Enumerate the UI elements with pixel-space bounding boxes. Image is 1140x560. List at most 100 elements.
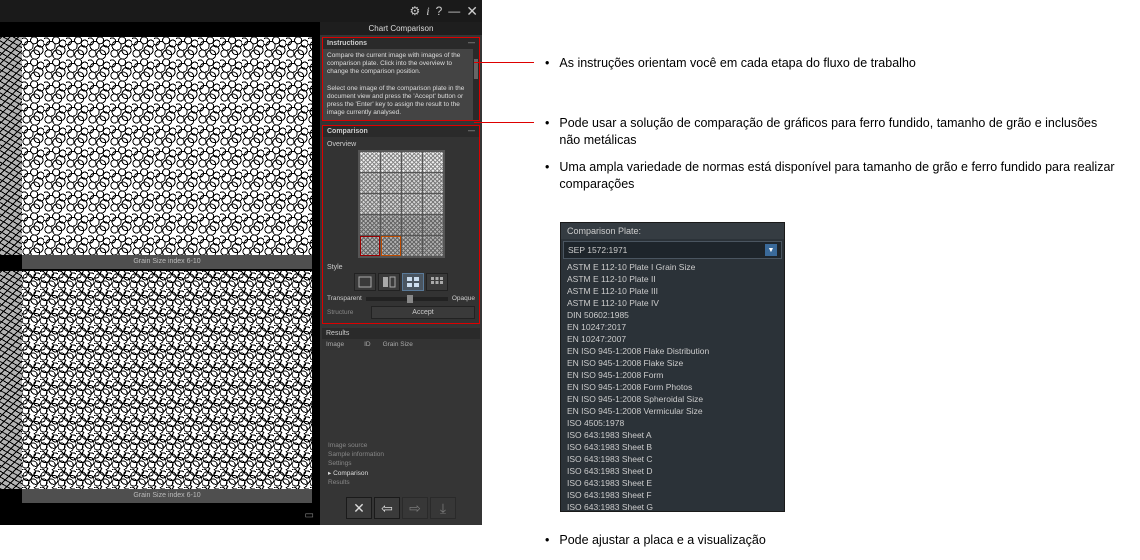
style-btn-3-active[interactable] — [402, 273, 424, 291]
plate-cell[interactable] — [402, 194, 422, 214]
style-btn-2[interactable] — [378, 273, 400, 291]
panel-title: Chart Comparison — [320, 22, 482, 35]
micrograph-1[interactable]: Grain Size index 6-10 — [22, 37, 312, 269]
instructions-header[interactable]: Instructions — [323, 38, 479, 49]
chart-comparison-app: ⚙ i ? — ✕ Grain Size index 6-10 Grain Si… — [0, 0, 482, 525]
instructions-text: Compare the current image with images of… — [323, 49, 479, 120]
accept-button[interactable]: Accept — [371, 306, 475, 319]
col-id: ID — [364, 341, 371, 348]
opacity-slider[interactable] — [366, 297, 448, 301]
scrollbar[interactable] — [473, 49, 479, 120]
image-caption-2: Grain Size index 6-10 — [22, 489, 312, 503]
annotations: Pode ajustar a placa e a visualização — [545, 532, 1105, 559]
titlebar: ⚙ i ? — ✕ — [0, 0, 482, 22]
nav-comparison-active[interactable]: Comparison — [328, 468, 474, 478]
plate-cell[interactable] — [423, 152, 443, 172]
dropdown-item[interactable]: ASTM E 112-10 Plate IV — [561, 297, 784, 309]
dropdown-item[interactable]: EN 10247:2007 — [561, 333, 784, 345]
info-icon[interactable]: i — [426, 4, 429, 19]
callout-line-2 — [474, 122, 534, 123]
callout-line-1 — [474, 62, 534, 63]
plate-cell[interactable] — [423, 236, 443, 256]
dropdown-header: Comparison Plate: — [561, 223, 784, 239]
plate-cell[interactable] — [360, 152, 380, 172]
style-label: Style — [327, 264, 475, 271]
comparison-highlight: Comparison Overview Style — [322, 125, 480, 324]
plate-cell-selected[interactable] — [360, 236, 380, 256]
plate-cell[interactable] — [423, 194, 443, 214]
image-viewer: Grain Size index 6-10 Grain Size index 6… — [0, 22, 320, 525]
comparison-plate-grid[interactable] — [358, 150, 445, 258]
dropdown-item[interactable]: ASTM E 112-10 Plate I Grain Size — [561, 261, 784, 273]
close-icon[interactable]: ✕ — [466, 3, 478, 20]
col-grain-size: Grain Size — [383, 341, 413, 348]
dropdown-item[interactable]: ISO 4505:1978 — [561, 417, 784, 429]
dropdown-item[interactable]: ISO 643:1983 Sheet B — [561, 441, 784, 453]
bullet-4: Pode ajustar a placa e a visualização — [545, 532, 1105, 549]
plate-cell[interactable] — [360, 194, 380, 214]
dropdown-item[interactable]: EN ISO 945-1:2008 Vermicular Size — [561, 405, 784, 417]
viewer-toolbar-icon[interactable]: ▭ — [305, 510, 314, 521]
minimize-icon[interactable]: — — [448, 4, 460, 18]
instructions-line-1: Compare the current image with images of… — [327, 52, 460, 75]
dropdown-item[interactable]: EN 10247:2017 — [561, 321, 784, 333]
cancel-button[interactable]: ✕ — [346, 497, 372, 519]
dropdown-item[interactable]: EN ISO 945-1:2008 Flake Size — [561, 357, 784, 369]
gear-icon[interactable]: ⚙ — [409, 4, 420, 18]
dropdown-item[interactable]: EN ISO 945-1:2008 Spheroidal Size — [561, 393, 784, 405]
plate-cell[interactable] — [360, 173, 380, 193]
finish-button[interactable]: ⤓ — [430, 497, 456, 519]
dropdown-item[interactable]: ISO 643:1983 Sheet G — [561, 501, 784, 511]
comparison-header[interactable]: Comparison — [323, 126, 479, 137]
dropdown-item[interactable]: ASTM E 112-10 Plate II — [561, 273, 784, 285]
dropdown-item[interactable]: EN ISO 945-1:2008 Form — [561, 369, 784, 381]
dropdown-item[interactable]: ASTM E 112-10 Plate III — [561, 285, 784, 297]
dropdown-item[interactable]: DIN 50602:1985 — [561, 309, 784, 321]
plate-cell[interactable] — [381, 215, 401, 235]
plate-cell[interactable] — [360, 215, 380, 235]
col-image: Image — [326, 341, 344, 348]
style-btn-4[interactable] — [426, 273, 448, 291]
structure-label: Structure — [327, 309, 367, 316]
bullet-2: Pode usar a solução de comparação de grá… — [545, 115, 1115, 149]
plate-cell[interactable] — [423, 215, 443, 235]
dropdown-item[interactable]: ISO 643:1983 Sheet E — [561, 477, 784, 489]
back-button[interactable]: ⇦ — [374, 497, 400, 519]
results-header[interactable]: Results — [322, 328, 480, 339]
style-btn-1[interactable] — [354, 273, 376, 291]
nav-results[interactable]: Results — [328, 478, 474, 487]
plate-cell[interactable] — [402, 173, 422, 193]
chevron-down-icon[interactable]: ▼ — [765, 244, 777, 256]
adjacent-image-sliver — [0, 271, 22, 489]
plate-cell[interactable] — [381, 194, 401, 214]
plate-cell[interactable] — [402, 215, 422, 235]
opaque-label: Opaque — [452, 295, 475, 302]
plate-cell[interactable] — [402, 152, 422, 172]
forward-button[interactable]: ⇨ — [402, 497, 428, 519]
plate-cell[interactable] — [381, 173, 401, 193]
adjacent-image-sliver — [0, 37, 22, 255]
dropdown-item[interactable]: ISO 643:1983 Sheet C — [561, 453, 784, 465]
grain-texture — [22, 37, 312, 255]
dropdown-item[interactable]: ISO 643:1983 Sheet D — [561, 465, 784, 477]
nav-image-source[interactable]: Image source — [328, 441, 474, 450]
annotations: Pode usar a solução de comparação de grá… — [545, 115, 1115, 203]
plate-cell[interactable] — [423, 173, 443, 193]
dropdown-selected[interactable]: SEP 1572:1971 ▼ — [563, 241, 782, 259]
dropdown-item[interactable]: EN ISO 945-1:2008 Form Photos — [561, 381, 784, 393]
micrograph-2[interactable]: Grain Size index 6-10 — [22, 271, 312, 503]
dropdown-item[interactable]: ISO 643:1983 Sheet F — [561, 489, 784, 501]
dropdown-item[interactable]: ISO 643:1983 Sheet A — [561, 429, 784, 441]
plate-cell[interactable] — [381, 152, 401, 172]
instructions-highlight: Instructions Compare the current image w… — [322, 37, 480, 121]
plate-cell[interactable] — [402, 236, 422, 256]
nav-settings[interactable]: Settings — [328, 459, 474, 468]
plate-cell-current[interactable] — [381, 236, 401, 256]
dropdown-list[interactable]: ASTM E 112-10 Plate I Grain SizeASTM E 1… — [561, 261, 784, 511]
dropdown-item[interactable]: EN ISO 945-1:2008 Flake Distribution — [561, 345, 784, 357]
help-icon[interactable]: ? — [436, 4, 443, 18]
results-columns: Image ID Grain Size — [322, 339, 480, 350]
dropdown-selected-text: SEP 1572:1971 — [568, 245, 627, 255]
nav-sample-info[interactable]: Sample information — [328, 450, 474, 459]
comparison-plate-dropdown: Comparison Plate: SEP 1572:1971 ▼ ASTM E… — [560, 222, 785, 512]
